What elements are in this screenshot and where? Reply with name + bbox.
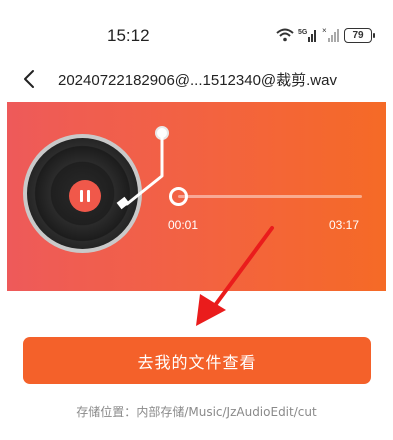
- back-button[interactable]: [14, 64, 44, 94]
- signal-icon: 5G: [298, 29, 316, 42]
- pause-button[interactable]: [69, 180, 101, 212]
- status-bar: 15:12 5G × 79: [0, 0, 393, 56]
- total-time: 03:17: [329, 218, 360, 232]
- progress-knob[interactable]: [169, 187, 188, 206]
- clock: 15:12: [107, 26, 150, 45]
- storage-path: 内部存储/Music/JzAudioEdit/cut: [136, 405, 317, 419]
- title-bar: 20240722182906@...1512340@裁剪.wav: [0, 56, 393, 102]
- chevron-left-icon: [24, 70, 34, 88]
- signal-muted-icon: ×: [322, 27, 339, 42]
- progress-track[interactable]: [178, 195, 362, 198]
- status-icons: 5G × 79: [276, 26, 375, 44]
- battery-icon: 79: [344, 27, 375, 43]
- storage-label: 存储位置：: [76, 405, 137, 419]
- open-my-files-button[interactable]: 去我的文件查看: [23, 337, 371, 384]
- svg-text:×: ×: [322, 27, 327, 35]
- network-label: 5G: [298, 29, 308, 36]
- file-title: 20240722182906@...1512340@裁剪.wav: [58, 72, 337, 89]
- tonearm-icon: [116, 126, 169, 210]
- pause-icon-bar: [87, 190, 90, 202]
- wifi-icon: [276, 28, 294, 42]
- pause-icon-bar: [80, 190, 83, 202]
- storage-location: 存储位置：内部存储/Music/JzAudioEdit/cut: [0, 403, 393, 420]
- pointer-arrow-icon: [196, 226, 274, 326]
